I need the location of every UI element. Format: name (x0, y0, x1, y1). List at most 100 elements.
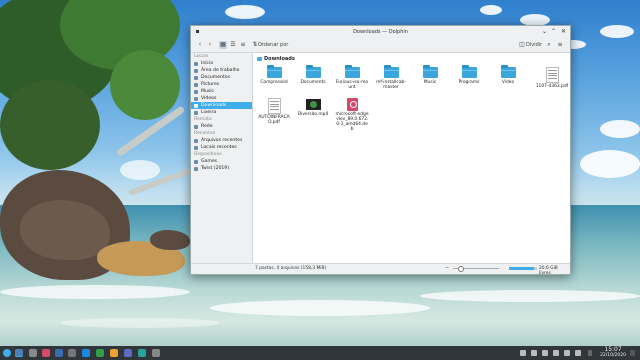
sidebar-item-label: Arquivos recentes (201, 138, 243, 143)
file-item[interactable]: AUTOINFRACAO.pdf (257, 98, 291, 125)
breadcrumb-label: Downloads (264, 56, 295, 62)
drive-icon (194, 159, 198, 164)
deb-package-icon (346, 98, 358, 111)
title-bar[interactable]: ▪ Downloads — Dolphin ⌄ ⌃ ✕ (191, 26, 570, 38)
updates-tray-icon[interactable] (542, 350, 548, 356)
sidebar-item-downloads[interactable]: Downloads (191, 102, 252, 109)
app4-task-icon[interactable] (152, 349, 160, 357)
folder-item[interactable]: Music (413, 65, 447, 85)
sidebar-item-lixeira[interactable]: Lixeira (191, 109, 252, 116)
tray-expander-icon[interactable] (588, 350, 592, 356)
file-name: Compressed (260, 80, 288, 85)
folder-item[interactable]: Compressed (257, 65, 291, 85)
volume-tray-icon[interactable] (531, 350, 537, 356)
pdf-file-icon (267, 98, 281, 114)
drive-icon (194, 166, 198, 171)
firefox-task-icon[interactable] (110, 349, 118, 357)
file-view[interactable]: Downloads Compressed Documents Furious-iso… (253, 53, 570, 264)
downloads-icon (194, 103, 198, 108)
folder-item[interactable]: Furious-iso-mount (335, 65, 369, 90)
record-task-icon[interactable] (42, 349, 50, 357)
sidebar-item-games[interactable]: Games (191, 158, 252, 165)
file-name: Documents (300, 80, 326, 85)
folder-icon (383, 65, 399, 78)
icons-view-button[interactable]: ▦ (219, 41, 227, 49)
file-name: Diversão.mp4 (297, 112, 329, 117)
editor-task-icon[interactable] (96, 349, 104, 357)
sidebar-item-label: Games (201, 159, 218, 164)
breadcrumb[interactable]: Downloads (257, 56, 295, 62)
notifications-tray-icon[interactable] (575, 350, 581, 356)
zoom-slider-handle[interactable] (457, 266, 464, 272)
zoom-out-icon[interactable]: − (445, 264, 449, 272)
sidebar-item-v-deos[interactable]: Vídeos (191, 95, 252, 102)
folder-item[interactable]: Documents (296, 65, 330, 85)
forward-button[interactable]: › (206, 41, 214, 49)
sidebar-section-heading: Remoto (194, 117, 212, 122)
sidebar-item-label: Music (201, 89, 215, 94)
application-launcher-icon[interactable] (3, 349, 11, 357)
network-icon (194, 124, 198, 129)
compact-view-button[interactable]: ☰ (229, 41, 237, 49)
folder-icon (461, 65, 477, 78)
sidebar-item-label: Locais recentes (201, 145, 237, 150)
digital-clock[interactable]: 15:07 22/10/2020 (600, 347, 626, 358)
file-item[interactable]: Diversão.mp4 (296, 98, 330, 117)
split-icon: ◫ (519, 41, 525, 48)
maximize-button[interactable]: ⌃ (550, 28, 557, 35)
show-desktop-icon[interactable] (630, 350, 635, 356)
app-task-icon[interactable] (55, 349, 63, 357)
file-name: mf-installcab-master (376, 80, 406, 90)
sidebar-item-label: Lixeira (201, 110, 217, 115)
sidebar-item--rea-de-trabalho[interactable]: Área de trabalho (191, 67, 252, 74)
close-button[interactable]: ✕ (560, 28, 567, 35)
free-space-bar (509, 267, 537, 270)
app3-task-icon[interactable] (138, 349, 146, 357)
sidebar-item-documentos[interactable]: Documentos (191, 74, 252, 81)
dolphin-task-icon[interactable] (15, 349, 23, 357)
sidebar-item-label: Twist (2019) (201, 166, 230, 171)
bluetooth-tray-icon[interactable] (564, 350, 570, 356)
app2-task-icon[interactable] (124, 349, 132, 357)
minimize-button[interactable]: ⌄ (541, 28, 548, 35)
folder-item[interactable]: mf-installcab-master (374, 65, 408, 90)
home-icon (194, 61, 198, 66)
terminal-task-icon[interactable] (29, 349, 37, 357)
sidebar-item-pictures[interactable]: Pictures (191, 81, 252, 88)
details-view-button[interactable]: ≡ (239, 41, 247, 49)
sidebar-item-rede[interactable]: Rede (191, 123, 252, 130)
network-tray-icon[interactable] (520, 350, 526, 356)
sidebar-item-in-cio[interactable]: Início (191, 60, 252, 67)
free-space-label: 20,6 GiB livres (539, 266, 558, 276)
file-name: Music (423, 80, 437, 85)
split-button[interactable]: Dividir (526, 41, 542, 49)
sidebar-item-arquivos-recentes[interactable]: Arquivos recentes (191, 137, 252, 144)
file-name: Video (501, 80, 515, 85)
documents-icon (194, 75, 198, 80)
back-button[interactable]: ‹ (196, 41, 204, 49)
folder-icon (422, 65, 438, 78)
search-icon[interactable]: ⌕ (545, 41, 553, 49)
recent-files-icon (194, 138, 198, 143)
clipboard-tray-icon[interactable] (553, 350, 559, 356)
file-name: Programs (458, 80, 480, 85)
file-item[interactable]: microsoft-edge-dev_89.0.672.0-1_amd64.de… (335, 98, 369, 132)
sidebar-item-label: Documentos (201, 75, 231, 80)
store-task-icon[interactable] (82, 349, 90, 357)
folder-item[interactable]: Video (491, 65, 525, 85)
videos-icon (194, 96, 198, 101)
sidebar-item-twist-2019-[interactable]: Twist (2019) (191, 165, 252, 172)
file-item[interactable]: 1107-4363.pdf (535, 67, 569, 89)
sidebar-section-heading: Recentes (194, 131, 216, 136)
folder-item[interactable]: Programs (452, 65, 486, 85)
trash-icon (194, 110, 198, 115)
sidebar-item-locais-recentes[interactable]: Locais recentes (191, 144, 252, 151)
video-thumbnail-icon (305, 99, 321, 110)
status-bar: 7 pastas, 4 arquivos (158,3 MiB) − 20,6 … (191, 263, 570, 276)
sort-button[interactable]: Ordenar por (258, 41, 288, 49)
window-title: Downloads — Dolphin (353, 29, 408, 35)
sidebar-item-music[interactable]: Music (191, 88, 252, 95)
hamburger-menu-icon[interactable]: ≡ (556, 41, 564, 49)
taskbar: 15:07 22/10/2020 (0, 346, 640, 360)
settings-task-icon[interactable] (68, 349, 76, 357)
